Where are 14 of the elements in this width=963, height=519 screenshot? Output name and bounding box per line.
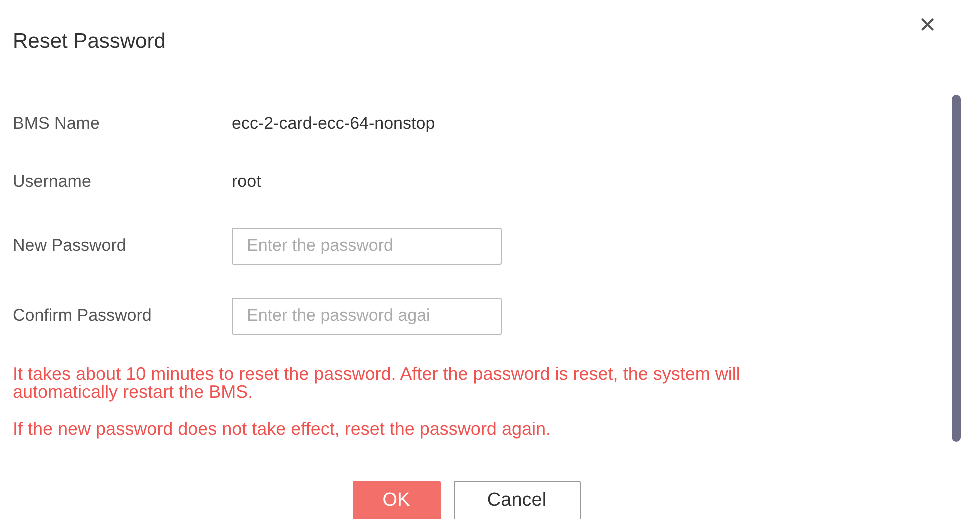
field-label: Username [13,171,92,194]
field-value: ecc-2-card-ecc-64-nonstop [232,113,436,136]
scrollbar[interactable] [952,95,961,442]
field-label: BMS Name [13,113,101,136]
warning-text: If the new password does not take effect, reset the password again. [13,420,552,438]
field-label: New Password [13,235,128,258]
cancel-button[interactable]: Cancel [454,481,580,519]
close-button[interactable]: × [920,11,936,39]
field-value: root [232,171,262,194]
password-field[interactable]: Enter the password [232,228,502,264]
password-field[interactable]: Enter the password agai [232,298,502,334]
field-label: Confirm Password [13,305,153,328]
dialog-title: Reset Password [13,29,166,55]
warning-text: It takes about 10 minutes to reset the password. After the password is reset, the system will automatically restart the BMS. [13,365,742,401]
